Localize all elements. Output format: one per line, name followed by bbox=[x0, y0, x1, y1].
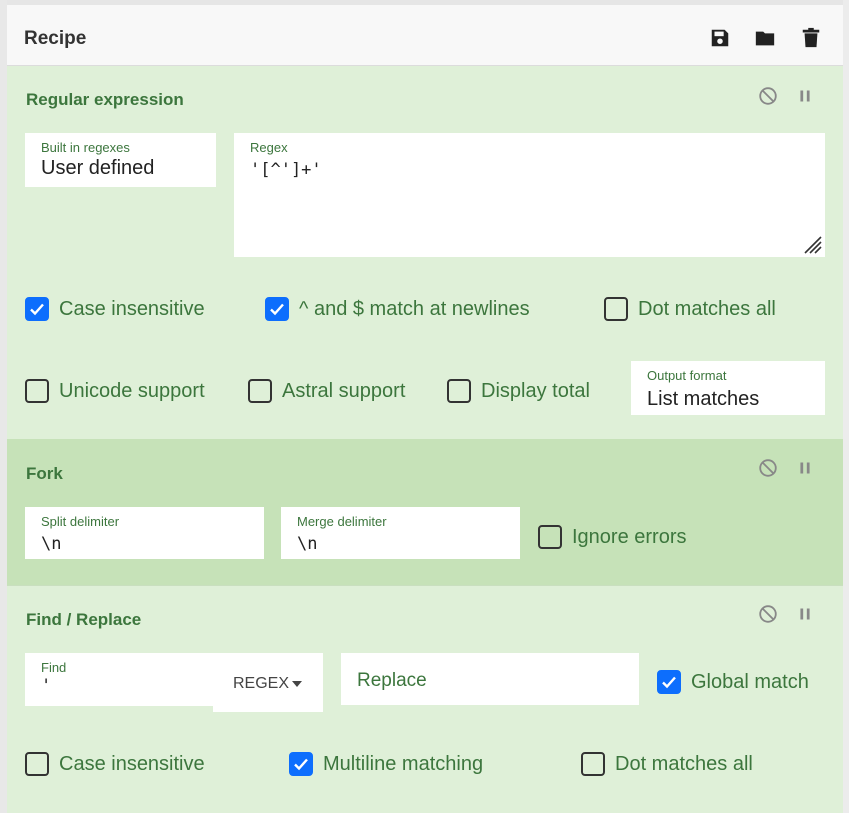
operation-title: Fork bbox=[26, 464, 63, 483]
trash-icon bbox=[802, 27, 820, 48]
checkbox-box bbox=[25, 379, 49, 403]
field-label: Split delimiter bbox=[41, 514, 120, 529]
breakpoint-button[interactable] bbox=[794, 603, 816, 625]
checkbox-box bbox=[289, 752, 313, 776]
disable-operation-button[interactable] bbox=[757, 85, 779, 107]
checkbox-label: Case insensitive bbox=[59, 753, 205, 775]
operation-title: Regular expression bbox=[26, 90, 184, 109]
checkbox-label: Astral support bbox=[282, 380, 406, 402]
checkbox-label: Dot matches all bbox=[638, 298, 776, 320]
field-label: Regex bbox=[250, 140, 288, 155]
resize-grip-icon[interactable] bbox=[799, 231, 823, 255]
regex-textarea[interactable]: Regex '[^']+' bbox=[234, 133, 825, 257]
field-label: Merge delimiter bbox=[297, 514, 387, 529]
field-value: \n bbox=[41, 534, 62, 554]
pause-icon bbox=[800, 462, 810, 474]
operation-title: Find / Replace bbox=[26, 610, 142, 629]
field-value: \n bbox=[297, 534, 318, 554]
multiline-anchors-checkbox[interactable]: ^ and $ match at newlines bbox=[265, 297, 555, 323]
checkbox-box bbox=[447, 379, 471, 403]
left-gutter bbox=[0, 0, 7, 813]
operation-fork: Fork Split delimiter \n Merge delimiter … bbox=[7, 439, 843, 585]
checkbox-label: Display total bbox=[481, 380, 590, 402]
load-recipe-button[interactable] bbox=[754, 27, 776, 49]
field-value: List matches bbox=[647, 388, 760, 410]
checkmark-icon bbox=[30, 303, 44, 316]
builtin-regexes-select[interactable]: Built in regexes User defined bbox=[25, 133, 216, 187]
circle-slash-icon bbox=[759, 459, 777, 477]
breakpoint-button[interactable] bbox=[794, 457, 816, 479]
caret-down-icon bbox=[292, 681, 302, 687]
field-value: '[^']+' bbox=[250, 160, 322, 180]
unicode-support-checkbox[interactable]: Unicode support bbox=[25, 379, 225, 405]
checkmark-icon bbox=[294, 758, 308, 771]
checkbox-box bbox=[604, 297, 628, 321]
dot-matches-all-checkbox[interactable]: Dot matches all bbox=[581, 752, 771, 778]
replace-input[interactable]: Replace bbox=[341, 653, 639, 705]
astral-support-checkbox[interactable]: Astral support bbox=[248, 379, 418, 405]
case-insensitive-checkbox[interactable]: Case insensitive bbox=[25, 297, 215, 323]
clear-recipe-button[interactable] bbox=[800, 27, 822, 49]
checkbox-label: Global match bbox=[691, 671, 809, 693]
field-label: Find bbox=[41, 660, 67, 675]
checkmark-icon bbox=[270, 303, 284, 316]
split-delimiter-input[interactable]: Split delimiter \n bbox=[25, 507, 264, 559]
disable-operation-button[interactable] bbox=[757, 603, 779, 625]
find-input[interactable]: Find ' bbox=[25, 653, 215, 706]
right-gutter bbox=[843, 0, 849, 813]
checkbox-label: Unicode support bbox=[59, 380, 205, 402]
global-match-checkbox[interactable]: Global match bbox=[657, 670, 827, 696]
field-label: Output format bbox=[647, 368, 727, 383]
checkbox-label: Multiline matching bbox=[323, 753, 484, 775]
dot-matches-all-checkbox[interactable]: Dot matches all bbox=[604, 297, 784, 323]
recipe-header: Recipe bbox=[7, 5, 843, 66]
merge-delimiter-input[interactable]: Merge delimiter \n bbox=[281, 507, 520, 559]
checkbox-box bbox=[25, 297, 49, 321]
breakpoint-button[interactable] bbox=[794, 85, 816, 107]
save-recipe-button[interactable] bbox=[709, 27, 731, 49]
checkbox-box bbox=[581, 752, 605, 776]
field-value: ' bbox=[41, 676, 52, 696]
operation-find-replace: Find / Replace Find ' REGEX Replace Glob… bbox=[7, 586, 843, 813]
checkbox-box bbox=[25, 752, 49, 776]
field-label: Built in regexes bbox=[41, 140, 130, 155]
multiline-matching-checkbox[interactable]: Multiline matching bbox=[289, 752, 499, 778]
disable-operation-button[interactable] bbox=[757, 457, 779, 479]
checkbox-box bbox=[657, 670, 681, 694]
circle-slash-icon bbox=[759, 87, 777, 105]
floppy-disk-icon bbox=[711, 29, 729, 47]
find-mode-dropdown[interactable]: REGEX bbox=[213, 653, 323, 712]
recipe-title: Recipe bbox=[24, 28, 87, 49]
output-format-select[interactable]: Output format List matches bbox=[631, 361, 825, 415]
replace-placeholder: Replace bbox=[357, 670, 427, 691]
checkbox-box bbox=[538, 525, 562, 549]
field-value: User defined bbox=[41, 157, 155, 179]
checkbox-box bbox=[248, 379, 272, 403]
display-total-checkbox[interactable]: Display total bbox=[447, 379, 607, 405]
operation-regular-expression: Regular expression Built in regexes User… bbox=[7, 66, 843, 439]
checkbox-label: Case insensitive bbox=[59, 298, 205, 320]
checkbox-box bbox=[265, 297, 289, 321]
pause-icon bbox=[800, 90, 810, 102]
checkbox-label: Dot matches all bbox=[615, 753, 753, 775]
checkmark-icon bbox=[662, 676, 676, 689]
dropdown-value: REGEX bbox=[233, 675, 290, 692]
checkbox-label: Ignore errors bbox=[572, 526, 687, 548]
checkbox-label: ^ and $ match at newlines bbox=[299, 298, 530, 320]
circle-slash-icon bbox=[759, 605, 777, 623]
case-insensitive-checkbox[interactable]: Case insensitive bbox=[25, 752, 215, 778]
pause-icon bbox=[800, 608, 810, 620]
folder-icon bbox=[755, 31, 775, 46]
ignore-errors-checkbox[interactable]: Ignore errors bbox=[538, 525, 708, 551]
